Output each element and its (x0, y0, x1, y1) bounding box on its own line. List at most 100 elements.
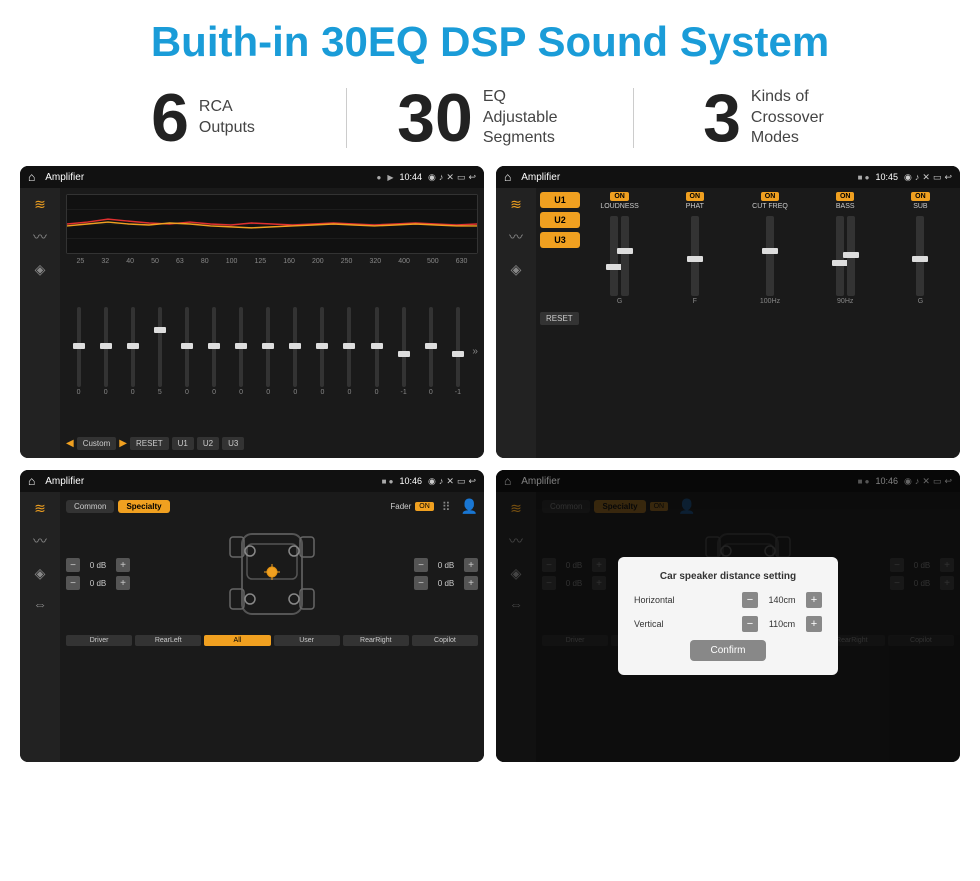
loudness-on-badge[interactable]: ON (610, 192, 629, 201)
speaker-home-icon[interactable]: ⌂ (28, 474, 35, 488)
slider-track-6[interactable] (212, 307, 216, 387)
cutfreq-fader[interactable] (766, 216, 774, 296)
slider-thumb-12[interactable] (371, 343, 383, 349)
crossover-back-icon[interactable]: ↩ (944, 172, 952, 183)
bass-thumb-2[interactable] (843, 252, 859, 258)
eq-sidebar-speaker[interactable]: ◈ (35, 261, 46, 278)
fader-on-badge[interactable]: ON (415, 502, 434, 511)
eq-u2-btn[interactable]: U2 (197, 437, 219, 450)
slider-thumb-6[interactable] (208, 343, 220, 349)
slider-track-11[interactable] (347, 307, 351, 387)
slider-track-5[interactable] (185, 307, 189, 387)
user-btn[interactable]: User (274, 635, 340, 646)
eq-arrows[interactable]: » (472, 346, 478, 357)
loudness-thumb-1[interactable] (606, 264, 622, 270)
left-vol-plus-1[interactable]: + (116, 558, 130, 572)
crossover-sidebar-eq[interactable]: ≋ (510, 196, 522, 213)
slider-track-12[interactable] (375, 307, 379, 387)
slider-thumb-5[interactable] (181, 343, 193, 349)
slider-track-3[interactable] (131, 307, 135, 387)
slider-thumb-7[interactable] (235, 343, 247, 349)
cutfreq-on-badge[interactable]: ON (761, 192, 780, 201)
back-icon[interactable]: ↩ (468, 172, 476, 183)
speaker-sidebar-wave[interactable]: 〰 (33, 531, 47, 551)
bass-thumb-1[interactable] (832, 260, 848, 266)
sub-thumb[interactable] (912, 256, 928, 262)
slider-track-7[interactable] (239, 307, 243, 387)
right-vol-plus-2[interactable]: + (464, 576, 478, 590)
eq-prev-arrow[interactable]: ◀ (66, 438, 74, 449)
crossover-reset-btn[interactable]: RESET (540, 312, 579, 325)
speaker-back-icon[interactable]: ↩ (468, 476, 476, 487)
sub-fader[interactable] (916, 216, 924, 296)
right-vol-minus-1[interactable]: − (414, 558, 428, 572)
left-vol-plus-2[interactable]: + (116, 576, 130, 590)
tab-common[interactable]: Common (66, 500, 114, 513)
slider-track-15[interactable] (456, 307, 460, 387)
horizontal-plus-btn[interactable]: + (806, 592, 822, 608)
slider-thumb-10[interactable] (316, 343, 328, 349)
slider-thumb-9[interactable] (289, 343, 301, 349)
bass-on-badge[interactable]: ON (836, 192, 855, 201)
eq-reset-btn[interactable]: RESET (130, 437, 169, 450)
slider-track-14[interactable] (429, 307, 433, 387)
slider-thumb-4[interactable] (154, 327, 166, 333)
slider-thumb-11[interactable] (343, 343, 355, 349)
slider-track-9[interactable] (293, 307, 297, 387)
slider-thumb-3[interactable] (127, 343, 139, 349)
bass-fader-2[interactable] (847, 216, 855, 296)
vertical-minus-btn[interactable]: − (742, 616, 758, 632)
left-vol-minus-1[interactable]: − (66, 558, 80, 572)
rearright-btn[interactable]: RearRight (343, 635, 409, 646)
eq-sidebar-equalizer[interactable]: ≋ (34, 196, 46, 213)
slider-track-8[interactable] (266, 307, 270, 387)
slider-track-13[interactable] (402, 307, 406, 387)
speaker-sidebar-sp[interactable]: ◈ (35, 565, 46, 582)
eq-preset-custom[interactable]: Custom (77, 437, 117, 450)
right-vol-plus-1[interactable]: + (464, 558, 478, 572)
speaker-sidebar-arrows[interactable]: ⇔ (33, 596, 47, 612)
slider-track-4[interactable] (158, 307, 162, 387)
u2-preset-btn[interactable]: U2 (540, 212, 580, 228)
u1-preset-btn[interactable]: U1 (540, 192, 580, 208)
confirm-button[interactable]: Confirm (690, 640, 765, 661)
crossover-sidebar-speaker[interactable]: ◈ (511, 261, 522, 278)
crossover-home-icon[interactable]: ⌂ (504, 170, 511, 184)
driver-btn[interactable]: Driver (66, 635, 132, 646)
crossover-sidebar-wave[interactable]: 〰 (509, 227, 523, 247)
phat-thumb[interactable] (687, 256, 703, 262)
loudness-fader-2[interactable] (621, 216, 629, 296)
slider-val-5: 0 (185, 389, 189, 396)
slider-thumb-2[interactable] (100, 343, 112, 349)
all-btn[interactable]: All (204, 635, 270, 646)
slider-thumb-15[interactable] (452, 351, 464, 357)
vertical-plus-btn[interactable]: + (806, 616, 822, 632)
speaker-sidebar-eq[interactable]: ≋ (34, 500, 46, 517)
loudness-thumb-2[interactable] (617, 248, 633, 254)
home-icon[interactable]: ⌂ (28, 170, 35, 184)
slider-track-1[interactable] (77, 307, 81, 387)
eq-u3-btn[interactable]: U3 (222, 437, 244, 450)
eq-sidebar-wave[interactable]: 〰 (33, 227, 47, 247)
horizontal-minus-btn[interactable]: − (742, 592, 758, 608)
sub-on-badge[interactable]: ON (911, 192, 930, 201)
eq-next-arrow[interactable]: ▶ (119, 438, 127, 449)
slider-thumb-8[interactable] (262, 343, 274, 349)
left-vol-minus-2[interactable]: − (66, 576, 80, 590)
phat-on-badge[interactable]: ON (686, 192, 705, 201)
eq-u1-btn[interactable]: U1 (172, 437, 194, 450)
speaker-minimize-icon: ▭ (457, 476, 466, 487)
slider-thumb-14[interactable] (425, 343, 437, 349)
slider-thumb-1[interactable] (73, 343, 85, 349)
slider-track-2[interactable] (104, 307, 108, 387)
slider-track-10[interactable] (320, 307, 324, 387)
loudness-fader-1[interactable] (610, 216, 618, 296)
rearleft-btn[interactable]: RearLeft (135, 635, 201, 646)
slider-thumb-13[interactable] (398, 351, 410, 357)
right-vol-minus-2[interactable]: − (414, 576, 428, 590)
tab-specialty[interactable]: Specialty (118, 500, 169, 513)
copilot-btn[interactable]: Copilot (412, 635, 478, 646)
phat-fader[interactable] (691, 216, 699, 296)
u3-preset-btn[interactable]: U3 (540, 232, 580, 248)
cutfreq-thumb[interactable] (762, 248, 778, 254)
